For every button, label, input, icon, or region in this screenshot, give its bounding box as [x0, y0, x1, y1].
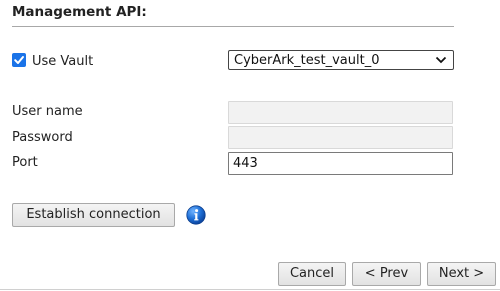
next-button[interactable]: Next > [427, 262, 496, 286]
username-field[interactable] [228, 101, 453, 124]
use-vault-checkbox[interactable] [12, 53, 26, 67]
vault-select[interactable]: CyberArk_test_vault_0 [228, 50, 454, 70]
section-divider [12, 26, 454, 27]
cancel-button[interactable]: Cancel [278, 262, 346, 286]
use-vault-label[interactable]: Use Vault [32, 54, 93, 69]
info-icon[interactable] [186, 205, 206, 225]
username-label: User name [12, 104, 83, 119]
chevron-down-icon [435, 56, 447, 64]
port-value: 443 [233, 156, 258, 171]
port-label: Port [12, 155, 38, 170]
vault-select-value: CyberArk_test_vault_0 [234, 53, 380, 68]
password-field[interactable] [228, 126, 453, 149]
establish-connection-button[interactable]: Establish connection [12, 203, 175, 227]
port-field[interactable]: 443 [228, 152, 453, 175]
prev-button[interactable]: < Prev [352, 262, 421, 286]
footer-divider [0, 289, 500, 290]
password-label: Password [12, 130, 73, 145]
checkmark-icon [14, 56, 24, 64]
section-title: Management API: [12, 4, 147, 20]
